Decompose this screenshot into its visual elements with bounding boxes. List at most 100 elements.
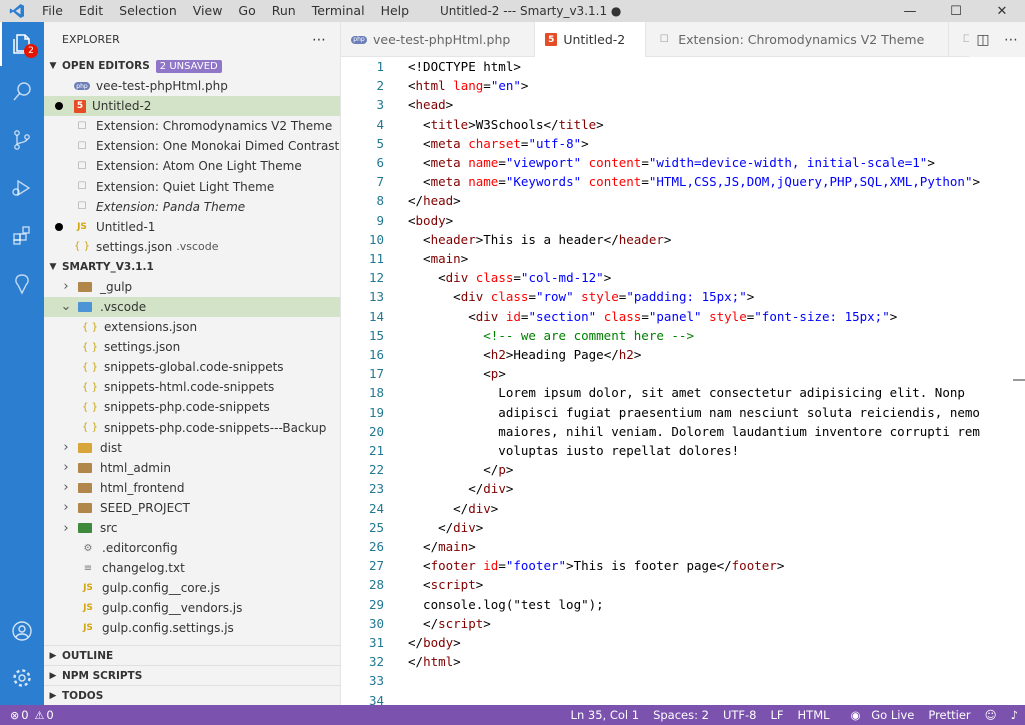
section-npm-scripts[interactable]: ▶ NPM SCRIPTS bbox=[44, 665, 341, 685]
status-item[interactable]: Prettier bbox=[921, 708, 977, 722]
run-debug-icon[interactable] bbox=[0, 166, 44, 210]
status-item[interactable]: HTML bbox=[791, 708, 837, 722]
code-content: <main> bbox=[408, 251, 469, 266]
close-icon[interactable]: ✕ bbox=[979, 0, 1025, 22]
menu-help[interactable]: Help bbox=[373, 0, 418, 22]
code-line: 26 </main> bbox=[341, 537, 1025, 556]
open-editor-label: Extension: One Monokai Dimed Contrast bbox=[96, 139, 340, 154]
editor-tab[interactable]: 5 Untitled-2 bbox=[535, 22, 647, 57]
menu-edit[interactable]: Edit bbox=[71, 0, 111, 22]
person-feedback-icon[interactable]: ☺ bbox=[978, 708, 1004, 722]
open-editor-label: vee-test-phpHtml.php bbox=[96, 79, 228, 94]
json-icon: { } bbox=[82, 361, 98, 373]
open-editor-label: Untitled-1 bbox=[96, 219, 156, 234]
menu-go[interactable]: Go bbox=[230, 0, 263, 22]
unsaved-dot-icon[interactable] bbox=[44, 222, 74, 231]
code-line: 5 <meta charset="utf-8"> bbox=[341, 134, 1025, 153]
tree-item[interactable]: { } snippets-php.code-snippets bbox=[44, 397, 340, 417]
status-item[interactable]: Ln 35, Col 1 bbox=[564, 708, 647, 722]
code-content: </p> bbox=[408, 462, 514, 478]
status-item[interactable]: ◉ Go Live bbox=[837, 708, 922, 722]
more-actions-icon[interactable]: ⋯ bbox=[997, 32, 1025, 48]
code-line: 10 <header>This is a header</header> bbox=[341, 230, 1025, 249]
problems-indicator[interactable]: ⊗ 0 ⚠ 0 bbox=[0, 708, 54, 722]
editor-tab[interactable]: ☐ Extension: Chromodynamics V2 Theme bbox=[646, 22, 950, 57]
open-editor-item[interactable]: ☐ Extension: One Monokai Dimed Contrast bbox=[44, 136, 340, 156]
section-outline[interactable]: ▶ OUTLINE bbox=[44, 645, 341, 665]
settings-gear-icon[interactable] bbox=[0, 656, 44, 700]
menu-selection[interactable]: Selection bbox=[111, 0, 185, 22]
folder-icon bbox=[78, 462, 92, 473]
json-icon: { } bbox=[82, 401, 98, 413]
html5-icon: 5 bbox=[545, 33, 558, 46]
code-content: <script> bbox=[408, 577, 484, 593]
tree-item[interactable]: › html_admin bbox=[44, 458, 340, 478]
php-icon: php bbox=[351, 35, 367, 44]
tree-item[interactable]: { } snippets-global.code-snippets bbox=[44, 357, 340, 377]
explorer-icon[interactable]: 2 bbox=[0, 22, 44, 66]
tree-item[interactable]: ⌄ .vscode bbox=[44, 296, 340, 318]
open-editor-label: Extension: Quiet Light Theme bbox=[96, 179, 275, 194]
search-icon[interactable] bbox=[0, 70, 44, 114]
editor-tab[interactable]: php vee-test-phpHtml.php bbox=[341, 22, 536, 57]
notifications-bell-icon[interactable]: ♪ bbox=[1004, 708, 1025, 722]
tree-item[interactable]: › src bbox=[44, 518, 340, 538]
code-editor[interactable]: 1 <!DOCTYPE html> 2 <html lang="en"> 3 <head>… bbox=[341, 57, 1025, 705]
open-editor-item[interactable]: ☐ Extension: Panda Theme bbox=[44, 197, 340, 217]
tree-item[interactable]: JS gulp.config.settings.js bbox=[44, 618, 340, 638]
menu-file[interactable]: File bbox=[34, 0, 71, 22]
tree-item[interactable]: JS gulp.config__vendors.js bbox=[44, 598, 340, 618]
open-editor-item[interactable]: php vee-test-phpHtml.php bbox=[44, 76, 340, 96]
open-editor-item[interactable]: ☐ Extension: Atom One Light Theme bbox=[44, 156, 340, 176]
source-control-icon[interactable] bbox=[0, 118, 44, 162]
line-number: 13 bbox=[368, 289, 384, 305]
code-content: </body> bbox=[408, 635, 461, 650]
open-editor-label: settings.json bbox=[96, 239, 173, 254]
txt-icon: ≡ bbox=[83, 562, 93, 574]
tree-item[interactable]: { } extensions.json bbox=[44, 317, 340, 337]
code-content: <head> bbox=[408, 97, 454, 113]
line-number: 16 bbox=[368, 347, 384, 362]
open-editor-item[interactable]: JS Untitled-1 bbox=[44, 217, 340, 237]
status-item[interactable]: UTF-8 bbox=[716, 708, 764, 722]
maximize-icon[interactable]: ☐ bbox=[933, 0, 979, 22]
status-item[interactable]: Spaces: 2 bbox=[646, 708, 716, 722]
open-editors-header[interactable]: ▼ OPEN EDITORS 2 UNSAVED bbox=[44, 56, 340, 76]
code-line: 29 console.log("test log"); bbox=[341, 595, 1025, 614]
tree-item[interactable]: › _gulp bbox=[44, 277, 340, 297]
menu-terminal[interactable]: Terminal bbox=[304, 0, 373, 22]
tree-item[interactable]: { } settings.json bbox=[44, 337, 340, 357]
unsaved-dot-icon[interactable] bbox=[44, 102, 74, 111]
project-header[interactable]: ▼ SMARTY_V3.1.1 bbox=[44, 257, 340, 277]
tree-item[interactable]: { } snippets-php.code-snippets---Backup bbox=[44, 418, 340, 438]
open-editor-item[interactable]: 5 Untitled-2 bbox=[44, 96, 340, 117]
js-icon: JS bbox=[83, 603, 93, 614]
code-line: 12 <div class="col-md-12"> bbox=[341, 268, 1025, 287]
live-share-icon[interactable] bbox=[0, 262, 44, 306]
extensions-icon[interactable] bbox=[0, 214, 44, 258]
tree-item[interactable]: › SEED_PROJECT bbox=[44, 498, 340, 518]
line-number: 8 bbox=[376, 193, 384, 209]
tree-item-label: .editorconfig bbox=[102, 541, 178, 556]
account-icon[interactable] bbox=[0, 609, 44, 653]
chevron-right-icon: › bbox=[63, 520, 69, 536]
status-item[interactable]: LF bbox=[764, 708, 791, 722]
tree-item[interactable]: JS gulp.config__core.js bbox=[44, 578, 340, 598]
menu-view[interactable]: View bbox=[185, 0, 231, 22]
open-editor-item[interactable]: ☐ Extension: Quiet Light Theme bbox=[44, 176, 340, 196]
more-actions-icon[interactable]: ⋯ bbox=[312, 32, 326, 48]
menu-run[interactable]: Run bbox=[264, 0, 304, 22]
tree-item[interactable]: { } snippets-html.code-snippets bbox=[44, 377, 340, 397]
minimize-icon[interactable]: — bbox=[887, 0, 933, 22]
tree-item[interactable]: ⚙ .editorconfig bbox=[44, 538, 340, 558]
section-todos[interactable]: ▶ TODOS bbox=[44, 685, 341, 705]
open-editor-item[interactable]: { } settings.json .vscode bbox=[44, 237, 340, 257]
config-icon: ⚙ bbox=[83, 542, 93, 554]
line-number: 21 bbox=[368, 443, 384, 458]
tree-item[interactable]: › dist bbox=[44, 438, 340, 458]
split-editor-icon[interactable]: ◫ bbox=[969, 32, 997, 48]
scrollbar-marker[interactable] bbox=[1013, 379, 1025, 381]
tree-item[interactable]: ≡ changelog.txt bbox=[44, 558, 340, 578]
tree-item[interactable]: › html_frontend bbox=[44, 478, 340, 498]
open-editor-item[interactable]: ☐ Extension: Chromodynamics V2 Theme bbox=[44, 116, 340, 136]
